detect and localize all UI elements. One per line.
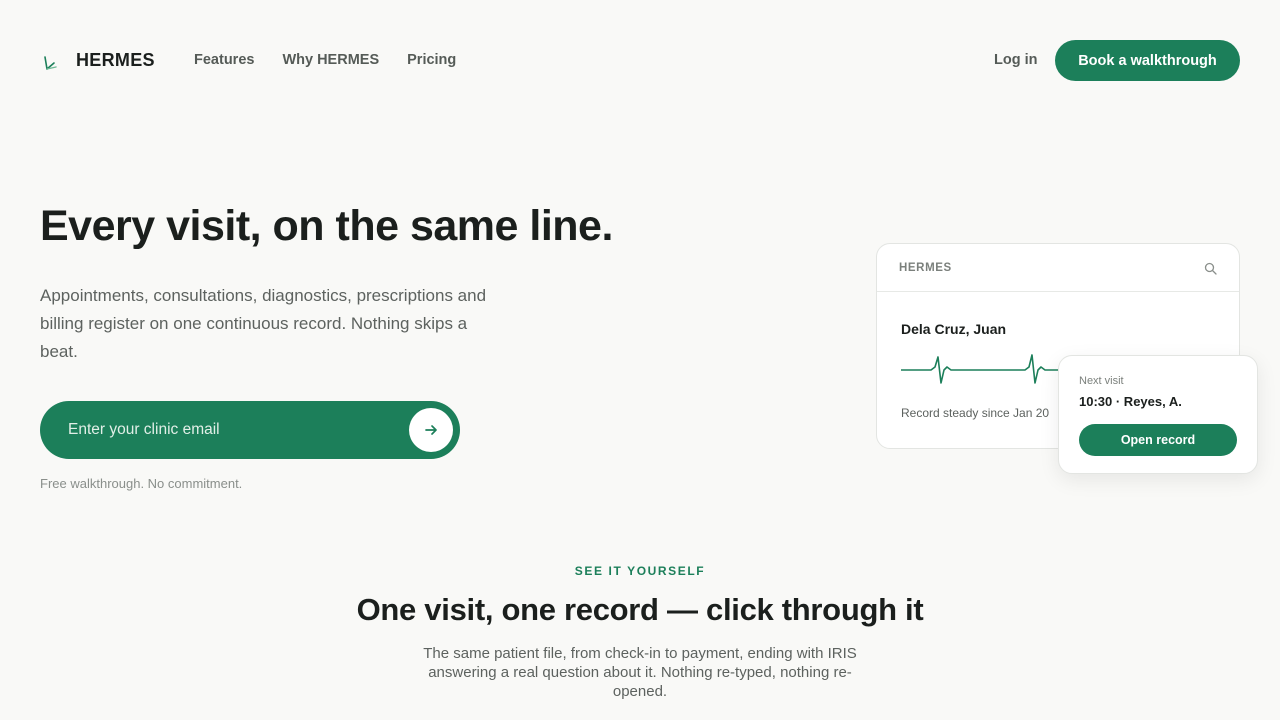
heartbeat-line-icon [901, 354, 1061, 384]
brand-name: HERMES [76, 50, 155, 70]
card-brand: HERMES [899, 262, 952, 274]
next-visit-popup: Next visit 10:30 · Reyes, A. Open record [1058, 355, 1258, 474]
top-nav: HERMES Features Why HERMES Pricing Log i… [0, 0, 1280, 122]
patient-name: Dela Cruz, Juan [901, 321, 1007, 337]
section-eyebrow: SEE IT YOURSELF [574, 564, 706, 578]
landing-page: HERMES Features Why HERMES Pricing Log i… [0, 0, 1280, 720]
leaf-logo-icon [44, 56, 57, 70]
arrow-right-icon [425, 425, 437, 435]
record-note: Record steady since Jan 20 [901, 406, 1050, 420]
card-header: HERMES [877, 244, 1239, 292]
nav-links: Features Why HERMES Pricing [194, 52, 456, 68]
brand-link[interactable]: HERMES [42, 48, 155, 74]
book-walkthrough-button[interactable]: Book a walkthrough [1055, 40, 1240, 81]
next-visit-value: 10:30 · Reyes, A. [1079, 394, 1182, 409]
nav-link-pricing[interactable]: Pricing [407, 52, 456, 68]
nav-link-why-hermes[interactable]: Why HERMES [282, 52, 379, 68]
email-submit-button[interactable] [409, 408, 453, 452]
nav-link-features[interactable]: Features [194, 52, 254, 68]
email-signup-form [40, 401, 460, 459]
hero-title: Every visit, on the same line. [40, 202, 613, 250]
search-icon[interactable] [1204, 262, 1217, 275]
hero-subtitle: Appointments, consultations, diagnostics… [40, 286, 487, 361]
open-record-button[interactable]: Open record [1079, 424, 1237, 456]
clinic-email-input[interactable] [68, 401, 398, 459]
section-subtitle: The same patient file, from check-in to … [423, 645, 857, 700]
fine-print: Free walkthrough. No commitment. [40, 476, 243, 491]
login-link[interactable]: Log in [994, 52, 1038, 68]
next-visit-label: Next visit [1079, 375, 1124, 387]
section-title: One visit, one record — click through it [356, 592, 924, 627]
